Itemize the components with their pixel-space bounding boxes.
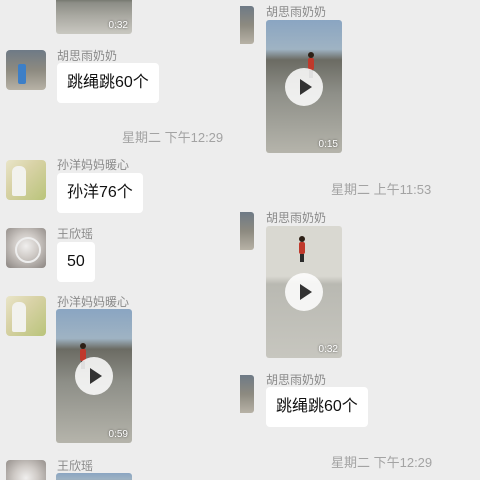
video-duration: 0:59 <box>108 429 128 440</box>
video-message[interactable] <box>56 473 132 480</box>
video-message[interactable]: 0:59 <box>56 309 132 443</box>
play-icon[interactable] <box>75 357 113 395</box>
chat-panel-right: 胡思雨奶奶 0:15 星期二 上午11:53 胡思雨奶奶 0:32 胡思雨奶奶 … <box>240 0 480 480</box>
video-duration: 0:32 <box>108 20 128 31</box>
avatar[interactable] <box>240 375 254 413</box>
timestamp: 星期二 上午11:53 <box>331 182 432 197</box>
sender-name: 胡思雨奶奶 <box>266 5 327 19</box>
sender-name: 胡思雨奶奶 <box>57 49 118 63</box>
video-message[interactable]: 0:32 <box>266 226 342 358</box>
sender-name: 孙洋妈妈暖心 <box>57 158 130 172</box>
chat-panel-left: 0:32 胡思雨奶奶 跳绳跳60个 星期二 下午12:29 孙洋妈妈暖心 孙洋7… <box>0 0 240 480</box>
avatar[interactable] <box>240 212 254 250</box>
message-bubble[interactable]: 跳绳跳60个 <box>266 387 368 427</box>
play-icon[interactable] <box>285 67 323 106</box>
video-message[interactable]: 0:32 <box>56 0 132 34</box>
avatar[interactable] <box>6 296 46 336</box>
video-duration: 0:15 <box>318 139 338 150</box>
video-message[interactable]: 0:15 <box>266 20 342 153</box>
timestamp: 星期二 下午12:29 <box>331 455 433 470</box>
avatar[interactable] <box>6 460 46 480</box>
video-duration: 0:32 <box>318 344 338 355</box>
avatar[interactable] <box>6 160 46 200</box>
message-bubble[interactable]: 50 <box>57 242 95 282</box>
sender-name: 王欣瑶 <box>57 227 94 241</box>
message-bubble[interactable]: 跳绳跳60个 <box>57 63 159 103</box>
play-icon[interactable] <box>285 273 323 311</box>
sender-name: 孙洋妈妈暖心 <box>57 295 130 309</box>
avatar[interactable] <box>6 228 46 268</box>
message-bubble[interactable]: 孙洋76个 <box>57 173 143 213</box>
timestamp: 星期二 下午12:29 <box>122 130 224 145</box>
avatar[interactable] <box>240 6 254 44</box>
sender-name: 胡思雨奶奶 <box>266 211 327 225</box>
avatar[interactable] <box>6 50 46 90</box>
child-figure <box>299 236 305 262</box>
sender-name: 王欣瑶 <box>57 459 94 473</box>
sender-name: 胡思雨奶奶 <box>266 373 327 387</box>
